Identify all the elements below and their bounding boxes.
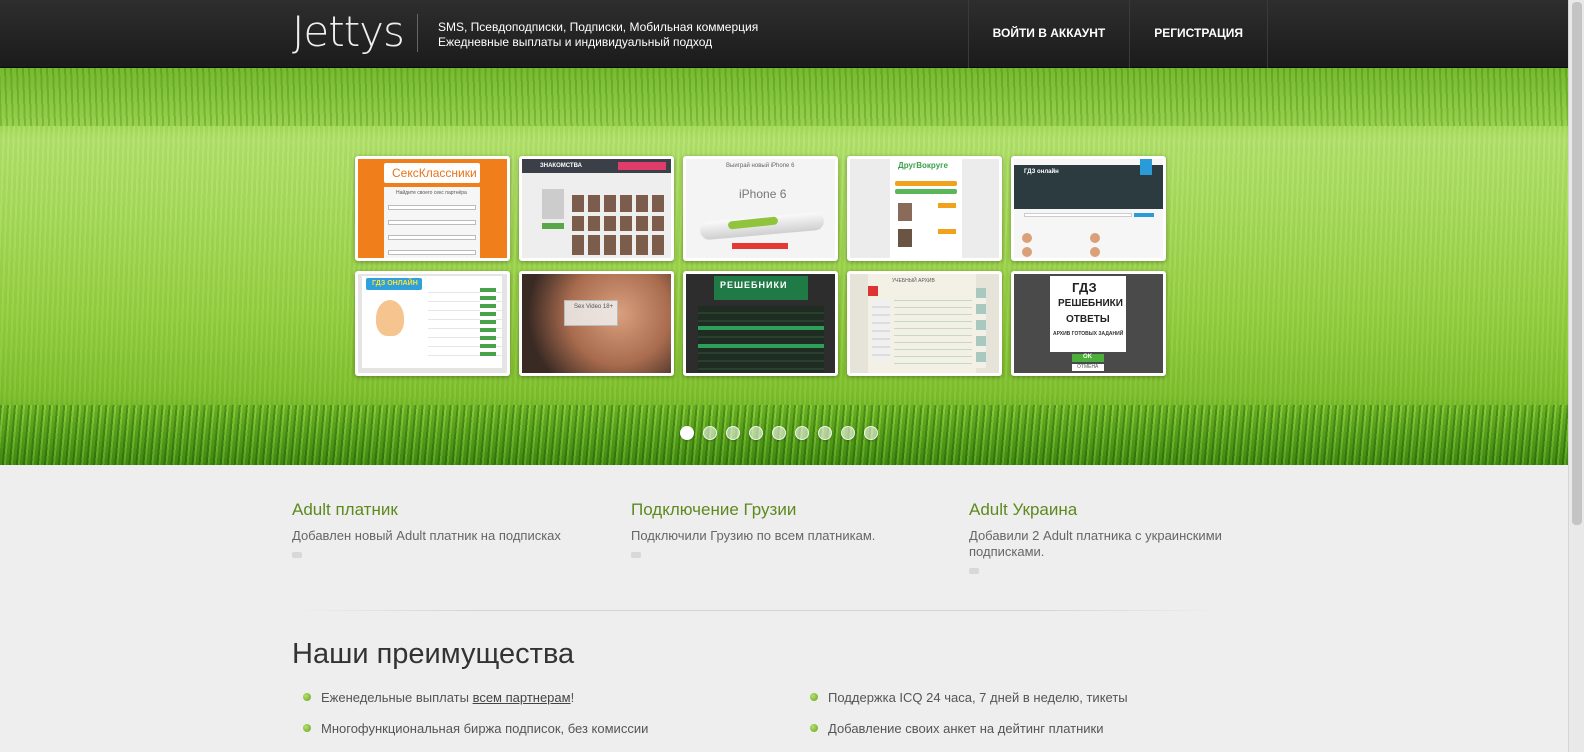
logo[interactable]: Jettys	[292, 8, 405, 56]
top-nav: ВОЙТИ В АККАУНТ РЕГИСТРАЦИЯ	[967, 0, 1268, 68]
tagline-line1: SMS, Псевдоподписки, Подписки, Мобильная…	[438, 20, 759, 34]
list-item: Еженедельные выплаты всем партнерам!	[293, 690, 648, 721]
advantages-title: Наши преимущества	[292, 638, 575, 670]
slider-dot-6[interactable]	[795, 426, 809, 440]
slider-dot-9[interactable]	[864, 426, 878, 440]
news-more-link[interactable]	[292, 552, 302, 558]
news-item: Adult Украина Добавили 2 Adult платника …	[969, 500, 1249, 574]
news-title[interactable]: Adult Украина	[969, 500, 1249, 520]
list-item: Добавление своих анкет на дейтинг платни…	[800, 721, 1128, 752]
thumb-znakomstva[interactable]: ЗНАКОМСТВА	[519, 156, 674, 261]
tagline-line2: Ежедневные выплаты и индивидуальный подх…	[438, 35, 713, 49]
thumb-gdz-online-1[interactable]: ГДЗ онлайн	[1011, 156, 1166, 261]
register-button[interactable]: РЕГИСТРАЦИЯ	[1129, 0, 1268, 68]
scrollbar-thumb[interactable]	[1572, 2, 1582, 525]
thumb-gdz-reshebniki[interactable]: ГДЗ РЕШЕБНИКИ ОТВЕТЫ АРХИВ ГОТОВЫХ ЗАДАН…	[1011, 271, 1166, 376]
slider-dot-1[interactable]	[680, 426, 694, 440]
thumb-sexklassniki[interactable]: СексКлассники Найдите своего секс партнё…	[355, 156, 510, 261]
vertical-scrollbar[interactable]	[1568, 0, 1584, 752]
partners-link[interactable]: всем партнерам	[473, 690, 571, 705]
slider-dot-5[interactable]	[772, 426, 786, 440]
site-header: Jettys SMS, Псевдоподписки, Подписки, Мо…	[0, 0, 1568, 68]
news-text: Добавлен новый Adult платник на подписка…	[292, 528, 561, 543]
news-text: Добавили 2 Adult платника с украинскими …	[969, 528, 1222, 559]
thumb-uchebny-arkhiv[interactable]: УЧЕБНЫЙ АРХИВ	[847, 271, 1002, 376]
list-item: Поддержка ICQ 24 часа, 7 дней в неделю, …	[800, 690, 1128, 721]
news-item: Подключение Грузии Подключили Грузию по …	[631, 500, 911, 558]
tagline: SMS, Псевдоподписки, Подписки, Мобильная…	[438, 20, 758, 50]
slider-dot-2[interactable]	[703, 426, 717, 440]
bullet-icon	[810, 693, 818, 701]
thumb-drugvokrug[interactable]: ДругВокруге	[847, 156, 1002, 261]
thumb-iphone6[interactable]: Выиграй новый iPhone 6 iPhone 6	[683, 156, 838, 261]
thumb-sex-video[interactable]: Sex Video 18+	[519, 271, 674, 376]
advantages-list-right: Поддержка ICQ 24 часа, 7 дней в неделю, …	[800, 690, 1128, 752]
news-title[interactable]: Adult платник	[292, 500, 572, 520]
bullet-icon	[303, 693, 311, 701]
news-text: Подключили Грузию по всем платникам.	[631, 528, 876, 543]
bullet-icon	[810, 724, 818, 732]
thumb-reshebniki[interactable]: РЕШЕБНИКИ	[683, 271, 838, 376]
hero-slider: СексКлассники Найдите своего секс партнё…	[0, 68, 1568, 465]
thumb-gdz-online-2[interactable]: ГДЗ ОНЛАЙН	[355, 271, 510, 376]
advantages-list-left: Еженедельные выплаты всем партнерам! Мно…	[293, 690, 648, 752]
bullet-icon	[303, 724, 311, 732]
logo-divider	[417, 14, 418, 52]
login-button[interactable]: ВОЙТИ В АККАУНТ	[967, 0, 1130, 68]
thumbnail-grid: СексКлассники Найдите своего секс партнё…	[355, 156, 1166, 376]
slider-pagination	[680, 426, 878, 440]
slider-dot-7[interactable]	[818, 426, 832, 440]
news-more-link[interactable]	[631, 552, 641, 558]
news-item: Adult платник Добавлен новый Adult платн…	[292, 500, 572, 558]
slider-dot-8[interactable]	[841, 426, 855, 440]
list-item: Многофункциональная биржа подписок, без …	[293, 721, 648, 752]
news-title[interactable]: Подключение Грузии	[631, 500, 911, 520]
grass-band-top	[0, 68, 1568, 126]
slider-dot-4[interactable]	[749, 426, 763, 440]
section-divider	[292, 610, 1222, 611]
news-more-link[interactable]	[969, 568, 979, 574]
slider-dot-3[interactable]	[726, 426, 740, 440]
